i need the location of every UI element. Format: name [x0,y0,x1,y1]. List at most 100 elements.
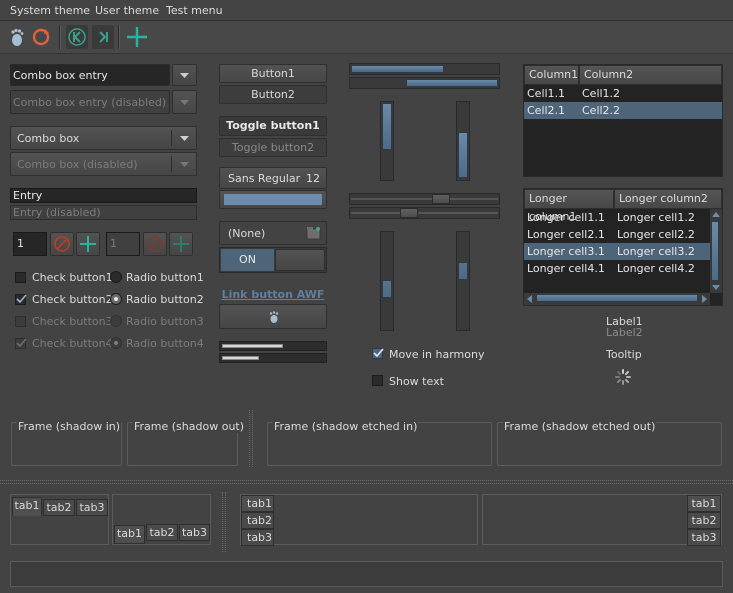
file-chooser-label: (None) [228,227,266,240]
tab-tab1[interactable]: tab1 [12,497,42,516]
refresh-icon[interactable] [30,25,52,49]
horizontal-scrollbar-1[interactable] [349,63,500,75]
toggle-button1[interactable]: Toggle button1 [219,116,327,136]
scrollbar-thumb[interactable] [382,103,392,150]
menu-system-theme[interactable]: System theme [10,4,90,17]
spin-increment-button-1[interactable] [76,232,100,256]
scrollbar-thumb[interactable] [458,132,468,178]
show-text-check[interactable] [372,375,383,386]
table-row[interactable]: Longer cell4.1 Longer cell4.2 [524,260,710,277]
move-in-harmony-check[interactable] [372,348,384,359]
link-button[interactable]: Link button AWF [219,288,327,302]
scrollbar-thumb[interactable] [406,79,498,87]
frame-shadow-in: Frame (shadow in) [11,420,122,466]
table-row[interactable]: Longer cell2.1 Longer cell2.2 [524,226,710,243]
combo-entry-disabled-text: Combo box entry (disabled) [13,96,167,109]
tab-tab3[interactable]: tab3 [687,529,721,546]
scale-knob[interactable] [382,280,392,298]
scrollbar-thumb[interactable] [711,221,719,281]
frame-shadow-out: Frame (shadow out) [127,420,246,466]
pane-handle[interactable] [249,410,253,467]
tab-tab2[interactable]: tab2 [241,512,274,529]
spin-increment-button-2 [169,232,193,256]
pane-handle[interactable] [222,492,226,552]
entry[interactable]: Entry [10,188,197,203]
combo-box-text: Combo box [17,132,80,145]
last-icon[interactable] [92,25,114,49]
tab-tab2[interactable]: tab2 [146,524,178,541]
vertical-scale-1[interactable] [380,231,394,331]
tab-tab1[interactable]: tab1 [241,495,274,512]
tree1-column2-header[interactable]: Column2 [579,65,722,85]
toolbar-separator [118,25,120,49]
combo-box[interactable]: Combo box [10,126,197,150]
table-row[interactable]: Cell1.1 Cell1.2 [524,85,722,102]
scale-knob[interactable] [458,262,468,280]
combo-box-entry[interactable]: Combo box entry [10,64,170,86]
tab-tab3[interactable]: tab3 [179,524,210,541]
button2[interactable]: Button2 [219,85,327,104]
check-button1[interactable] [15,272,26,283]
vertical-scale-2[interactable] [456,231,470,331]
table-row[interactable]: Longer cell1.1 Longer cell1.2 [524,209,710,226]
menu-user-theme[interactable]: User theme [95,4,159,17]
toolbar [0,21,733,54]
combo-box-disabled: Combo box (disabled) [10,152,197,176]
tab-tab2[interactable]: tab2 [43,499,75,516]
radio-button1[interactable] [110,271,122,283]
check-button3 [15,316,26,327]
progress-bar-1 [219,341,327,351]
gnome-foot-icon[interactable] [6,25,28,49]
tree2-vertical-scrollbar[interactable] [710,209,722,293]
table-cell: Longer cell3.1 [527,245,605,258]
horizontal-scale-1[interactable] [349,193,500,205]
first-icon[interactable] [66,25,88,49]
tab-tab3[interactable]: tab3 [241,529,274,546]
switch[interactable]: ON [219,247,327,273]
table-row-selected[interactable]: Longer cell3.1 Longer cell3.2 [524,243,710,260]
icon-button[interactable] [219,304,327,329]
tree2-column2-header[interactable]: Longer column2 [614,189,722,209]
tree2-horizontal-scrollbar[interactable] [524,293,710,305]
tree1-column1-header[interactable]: Column1 [524,65,579,85]
font-button[interactable]: Sans Regular 12 [219,167,327,189]
tab-tab1[interactable]: tab1 [114,525,145,544]
pane-handle[interactable] [0,480,733,484]
spin-entry-2: 1 [106,232,140,256]
table-cell: Cell1.1 [527,87,566,100]
scale-knob[interactable] [432,194,450,204]
table-row-selected[interactable]: Cell2.1 Cell2.2 [524,102,722,119]
tab-tab3[interactable]: tab3 [76,499,108,516]
vertical-scrollbar-2[interactable] [456,101,470,181]
horizontal-scale-2[interactable] [349,207,500,219]
notebook-right: tab1 tab2 tab3 [482,494,722,546]
tab-tab2[interactable]: tab2 [687,512,721,529]
spin-decrement-button-1[interactable] [50,232,74,256]
file-chooser-button[interactable]: (None) [219,221,327,245]
table-cell: Longer cell2.2 [617,228,695,241]
tree-view-2[interactable]: Longer column1 Longer column2 Longer cel… [523,188,723,306]
switch-knob[interactable] [275,249,325,271]
font-button-size: 12 [306,172,320,185]
check-button1-label: Check button1 [32,271,113,284]
button1[interactable]: Button1 [219,64,327,83]
radio-button2[interactable] [110,293,122,305]
tree2-column1-header[interactable]: Longer column1 [524,189,614,223]
toggle-button2[interactable]: Toggle button2 [219,138,327,157]
scrollbar-thumb[interactable] [351,65,444,73]
frame-shadow-etched-out: Frame (shadow etched out) [497,420,722,466]
combo-entry-dropdown-button[interactable] [172,64,197,86]
spin-entry-1[interactable]: 1 [13,232,47,256]
color-button[interactable] [219,190,327,209]
check-button2[interactable] [15,294,27,305]
table-cell: Longer cell1.2 [617,211,695,224]
menu-test-menu[interactable]: Test menu [166,4,223,17]
label2: Label2 [606,326,643,339]
vertical-scrollbar-1[interactable] [380,101,394,181]
horizontal-scrollbar-2[interactable] [349,77,500,89]
tree-view-1[interactable]: Column1 Column2 Cell1.1 Cell1.2 Cell2.1 … [523,64,723,177]
add-icon[interactable] [125,25,147,49]
scrollbar-thumb[interactable] [536,294,698,302]
tab-tab1[interactable]: tab1 [687,495,721,512]
scale-knob[interactable] [400,208,418,218]
